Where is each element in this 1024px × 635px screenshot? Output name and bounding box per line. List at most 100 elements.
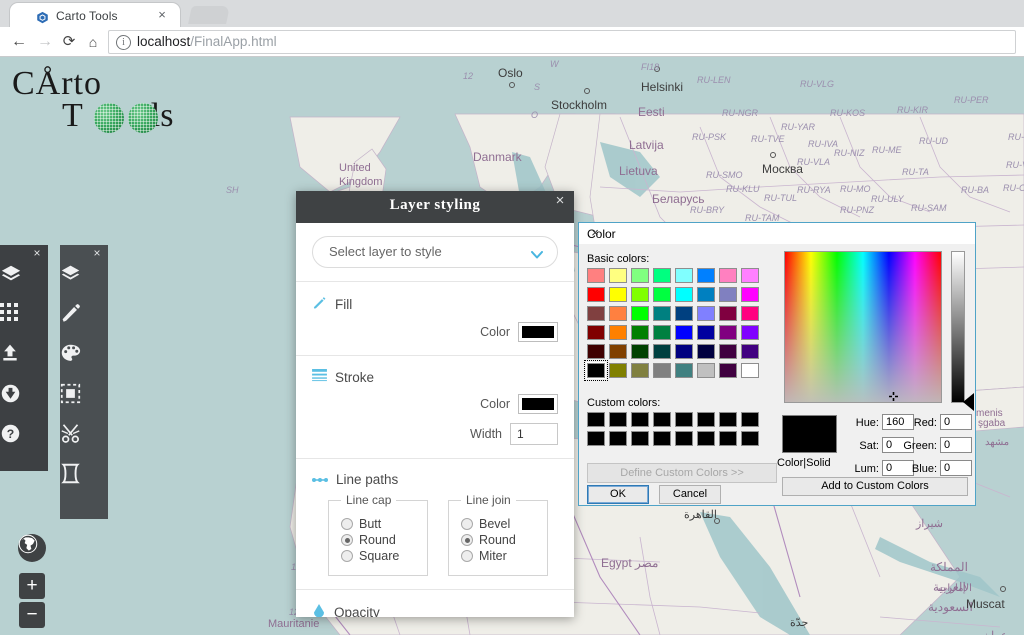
basic-color-swatch[interactable] — [631, 268, 649, 283]
basic-color-swatch[interactable] — [609, 306, 627, 321]
basic-color-swatch[interactable] — [587, 306, 605, 321]
toolbar-item-pencil[interactable] — [60, 303, 108, 343]
basic-color-swatch[interactable] — [653, 287, 671, 302]
green-input[interactable]: 0 — [940, 437, 972, 453]
basic-color-swatch[interactable] — [675, 325, 693, 340]
basic-color-swatch[interactable] — [675, 363, 693, 378]
basic-color-swatch[interactable] — [587, 287, 605, 302]
define-custom-colors-button[interactable]: Define Custom Colors >> — [587, 463, 777, 483]
browser-tab-carto-tools[interactable]: Carto Tools × — [10, 3, 180, 27]
basic-color-swatch[interactable] — [609, 363, 627, 378]
color-dialog-close-icon[interactable]: × — [587, 225, 603, 241]
custom-color-swatch[interactable] — [697, 412, 715, 427]
basic-color-swatch[interactable] — [719, 287, 737, 302]
basic-color-swatch[interactable] — [697, 344, 715, 359]
toolbar-item-scissors[interactable] — [60, 423, 108, 463]
toolbar-item-upload[interactable] — [0, 343, 48, 383]
basic-color-swatch[interactable] — [719, 344, 737, 359]
custom-color-swatch[interactable] — [741, 412, 759, 427]
stroke-width-input[interactable]: 1 — [510, 423, 558, 445]
basic-color-swatch[interactable] — [653, 325, 671, 340]
tab-close-icon[interactable]: × — [155, 8, 169, 22]
toolbar-item-projection[interactable] — [60, 463, 108, 503]
toolbar-item-download[interactable] — [0, 383, 48, 423]
basic-color-swatch[interactable] — [719, 363, 737, 378]
custom-color-swatch[interactable] — [653, 412, 671, 427]
toolbar-item-grid[interactable] — [0, 303, 48, 343]
basic-color-swatch[interactable] — [653, 268, 671, 283]
custom-color-swatch[interactable] — [631, 431, 649, 446]
layer-styling-close-icon[interactable]: × — [552, 193, 568, 209]
basic-color-swatch[interactable] — [587, 268, 605, 283]
custom-color-swatch[interactable] — [697, 431, 715, 446]
new-tab-button[interactable] — [188, 6, 230, 24]
secondary-toolbar-close-icon[interactable]: × — [91, 247, 103, 259]
custom-color-swatch[interactable] — [719, 412, 737, 427]
basic-color-swatch[interactable] — [719, 325, 737, 340]
basic-color-swatch[interactable] — [675, 287, 693, 302]
line-cap-radio[interactable] — [341, 518, 353, 530]
line-join-radio[interactable] — [461, 534, 473, 546]
basic-color-swatch[interactable] — [653, 363, 671, 378]
basic-color-swatch[interactable] — [653, 344, 671, 359]
basic-color-swatch[interactable] — [609, 268, 627, 283]
basic-color-swatch[interactable] — [697, 363, 715, 378]
toolbar-item-selection[interactable] — [60, 383, 108, 423]
line-join-radio[interactable] — [461, 518, 473, 530]
basic-color-swatch[interactable] — [631, 363, 649, 378]
home-icon[interactable]: ⌂ — [82, 31, 104, 53]
line-cap-radio[interactable] — [341, 550, 353, 562]
basic-color-swatch[interactable] — [719, 306, 737, 321]
basic-color-swatch[interactable] — [741, 344, 759, 359]
toolbar-item-palette[interactable] — [60, 343, 108, 383]
site-info-icon[interactable]: i — [116, 35, 131, 50]
line-join-option[interactable]: Miter — [461, 549, 533, 563]
cancel-button[interactable]: Cancel — [659, 485, 721, 504]
color-picker-dialog[interactable]: Color × Basic colors: Custom colors: Def… — [578, 222, 976, 506]
basic-color-swatch[interactable] — [631, 306, 649, 321]
layer-styling-dialog[interactable]: Layer styling × Select layer to style Fi… — [296, 191, 574, 617]
basic-color-swatch[interactable] — [631, 325, 649, 340]
custom-color-swatch[interactable] — [675, 431, 693, 446]
line-cap-option[interactable]: Butt — [341, 517, 413, 531]
custom-color-swatch[interactable] — [587, 431, 605, 446]
toolbar-item-help[interactable]: ? — [0, 423, 48, 463]
basic-color-swatch[interactable] — [741, 363, 759, 378]
basic-color-swatch[interactable] — [631, 287, 649, 302]
color-gradient-box[interactable] — [784, 251, 942, 403]
basic-color-swatch[interactable] — [631, 344, 649, 359]
basic-color-swatch[interactable] — [609, 344, 627, 359]
basic-color-swatch[interactable] — [741, 325, 759, 340]
line-join-option[interactable]: Round — [461, 533, 533, 547]
custom-color-swatch[interactable] — [631, 412, 649, 427]
add-to-custom-colors-button[interactable]: Add to Custom Colors — [782, 477, 968, 496]
luminosity-pointer[interactable] — [963, 393, 974, 411]
basic-color-swatch[interactable] — [697, 268, 715, 283]
custom-color-swatch[interactable] — [609, 431, 627, 446]
custom-color-swatch[interactable] — [741, 431, 759, 446]
line-cap-option[interactable]: Square — [341, 549, 413, 563]
luminosity-bar[interactable] — [951, 251, 965, 403]
globe-button[interactable] — [18, 534, 46, 562]
line-cap-option[interactable]: Round — [341, 533, 413, 547]
fill-color-swatch[interactable] — [518, 322, 558, 342]
zoom-out-button[interactable]: − — [19, 602, 45, 628]
toolbar-item-layers-2[interactable] — [60, 263, 108, 303]
basic-color-swatch[interactable] — [675, 268, 693, 283]
layer-select-dropdown[interactable]: Select layer to style — [312, 236, 558, 268]
line-cap-radio[interactable] — [341, 534, 353, 546]
basic-color-swatch[interactable] — [609, 287, 627, 302]
basic-color-swatch[interactable] — [697, 306, 715, 321]
basic-color-swatch[interactable] — [587, 325, 605, 340]
basic-color-swatch[interactable] — [741, 268, 759, 283]
color-gradient-surface[interactable] — [785, 252, 941, 402]
custom-color-swatch[interactable] — [653, 431, 671, 446]
basic-color-swatch[interactable] — [609, 325, 627, 340]
primary-toolbar-close-icon[interactable]: × — [31, 247, 43, 259]
color-gradient-cursor[interactable] — [889, 392, 898, 401]
custom-color-swatch[interactable] — [719, 431, 737, 446]
custom-color-swatch[interactable] — [587, 412, 605, 427]
ok-button[interactable]: OK — [587, 485, 649, 504]
red-input[interactable]: 0 — [940, 414, 972, 430]
address-bar[interactable]: i localhost/FinalApp.html — [108, 30, 1016, 54]
